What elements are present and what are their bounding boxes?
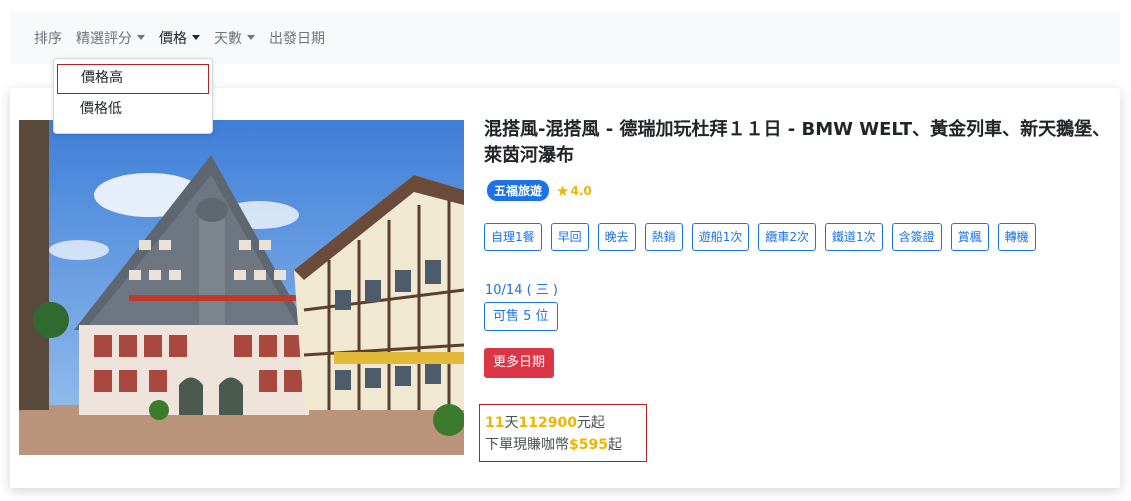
- coin-suffix: 起: [607, 437, 622, 453]
- tour-photo[interactable]: [19, 120, 464, 455]
- tag[interactable]: 熱銷: [644, 223, 683, 251]
- sort-label: 排序: [34, 30, 62, 47]
- filter-price-label: 價格: [159, 30, 187, 47]
- caret-down-icon: [247, 35, 255, 40]
- price-dropdown-menu: 價格高 價格低: [53, 58, 213, 134]
- filter-days[interactable]: 天數: [214, 28, 255, 48]
- coin-prefix: 下單現賺咖幣: [485, 437, 569, 453]
- caret-down-icon: [137, 35, 145, 40]
- tag[interactable]: 鐵道1次: [824, 223, 883, 251]
- tag[interactable]: 遊船1次: [691, 223, 750, 251]
- caret-down-icon: [192, 35, 200, 40]
- tag[interactable]: 自理1餐: [484, 223, 542, 251]
- departure-date: 10/14 ( 三 ): [485, 283, 559, 298]
- filter-rating-label: 精選評分: [76, 30, 132, 47]
- sort-filter-bar: 排序 精選評分 價格 天數 出發日期: [10, 11, 1120, 64]
- tag[interactable]: 賞楓: [950, 223, 989, 251]
- rating-value: 4.0: [570, 183, 592, 198]
- tour-meta: 五福旅遊 ★ 4.0: [487, 180, 592, 201]
- price-line: 11天112900元起: [485, 412, 646, 434]
- price-amount: 112900: [518, 415, 577, 431]
- availability-badge[interactable]: 可售 5 位: [484, 302, 558, 331]
- agency-badge: 五福旅遊: [487, 180, 550, 201]
- filter-rating[interactable]: 精選評分: [76, 28, 145, 48]
- filter-price[interactable]: 價格: [159, 28, 200, 48]
- filter-departure-date-label: 出發日期: [269, 30, 325, 47]
- tour-title[interactable]: 混搭風-混搭風 - 德瑞加玩杜拜１１日 - BMW WELT、黃金列車、新天鵝堡…: [484, 117, 1114, 169]
- filter-departure-date[interactable]: 出發日期: [269, 28, 325, 48]
- dropdown-item-price-low[interactable]: 價格低: [54, 94, 212, 124]
- tag[interactable]: 含簽證: [891, 223, 942, 251]
- tag[interactable]: 早回: [550, 223, 589, 251]
- price-box: 11天112900元起 下單現賺咖幣$595起: [479, 404, 647, 462]
- tour-photo-image: [19, 120, 464, 455]
- star-icon: ★: [556, 181, 570, 200]
- price-days-unit: 天: [504, 415, 519, 431]
- coin-line: 下單現賺咖幣$595起: [485, 434, 646, 456]
- tag[interactable]: 纜車2次: [758, 223, 816, 251]
- price-amount-suffix: 元起: [576, 415, 605, 431]
- coin-amount: $595: [569, 437, 608, 453]
- rating: ★ 4.0: [556, 182, 592, 200]
- tag[interactable]: 晚去: [597, 223, 636, 251]
- price-days: 11: [485, 415, 505, 431]
- dropdown-item-price-high[interactable]: 價格高: [57, 64, 209, 94]
- tag[interactable]: 轉機: [997, 223, 1036, 251]
- more-dates-button[interactable]: 更多日期: [484, 348, 555, 378]
- filter-days-label: 天數: [214, 30, 242, 47]
- tour-tags: 自理1餐 早回 晚去 熱銷 遊船1次 纜車2次 鐵道1次 含簽證 賞楓 轉機: [484, 223, 1045, 251]
